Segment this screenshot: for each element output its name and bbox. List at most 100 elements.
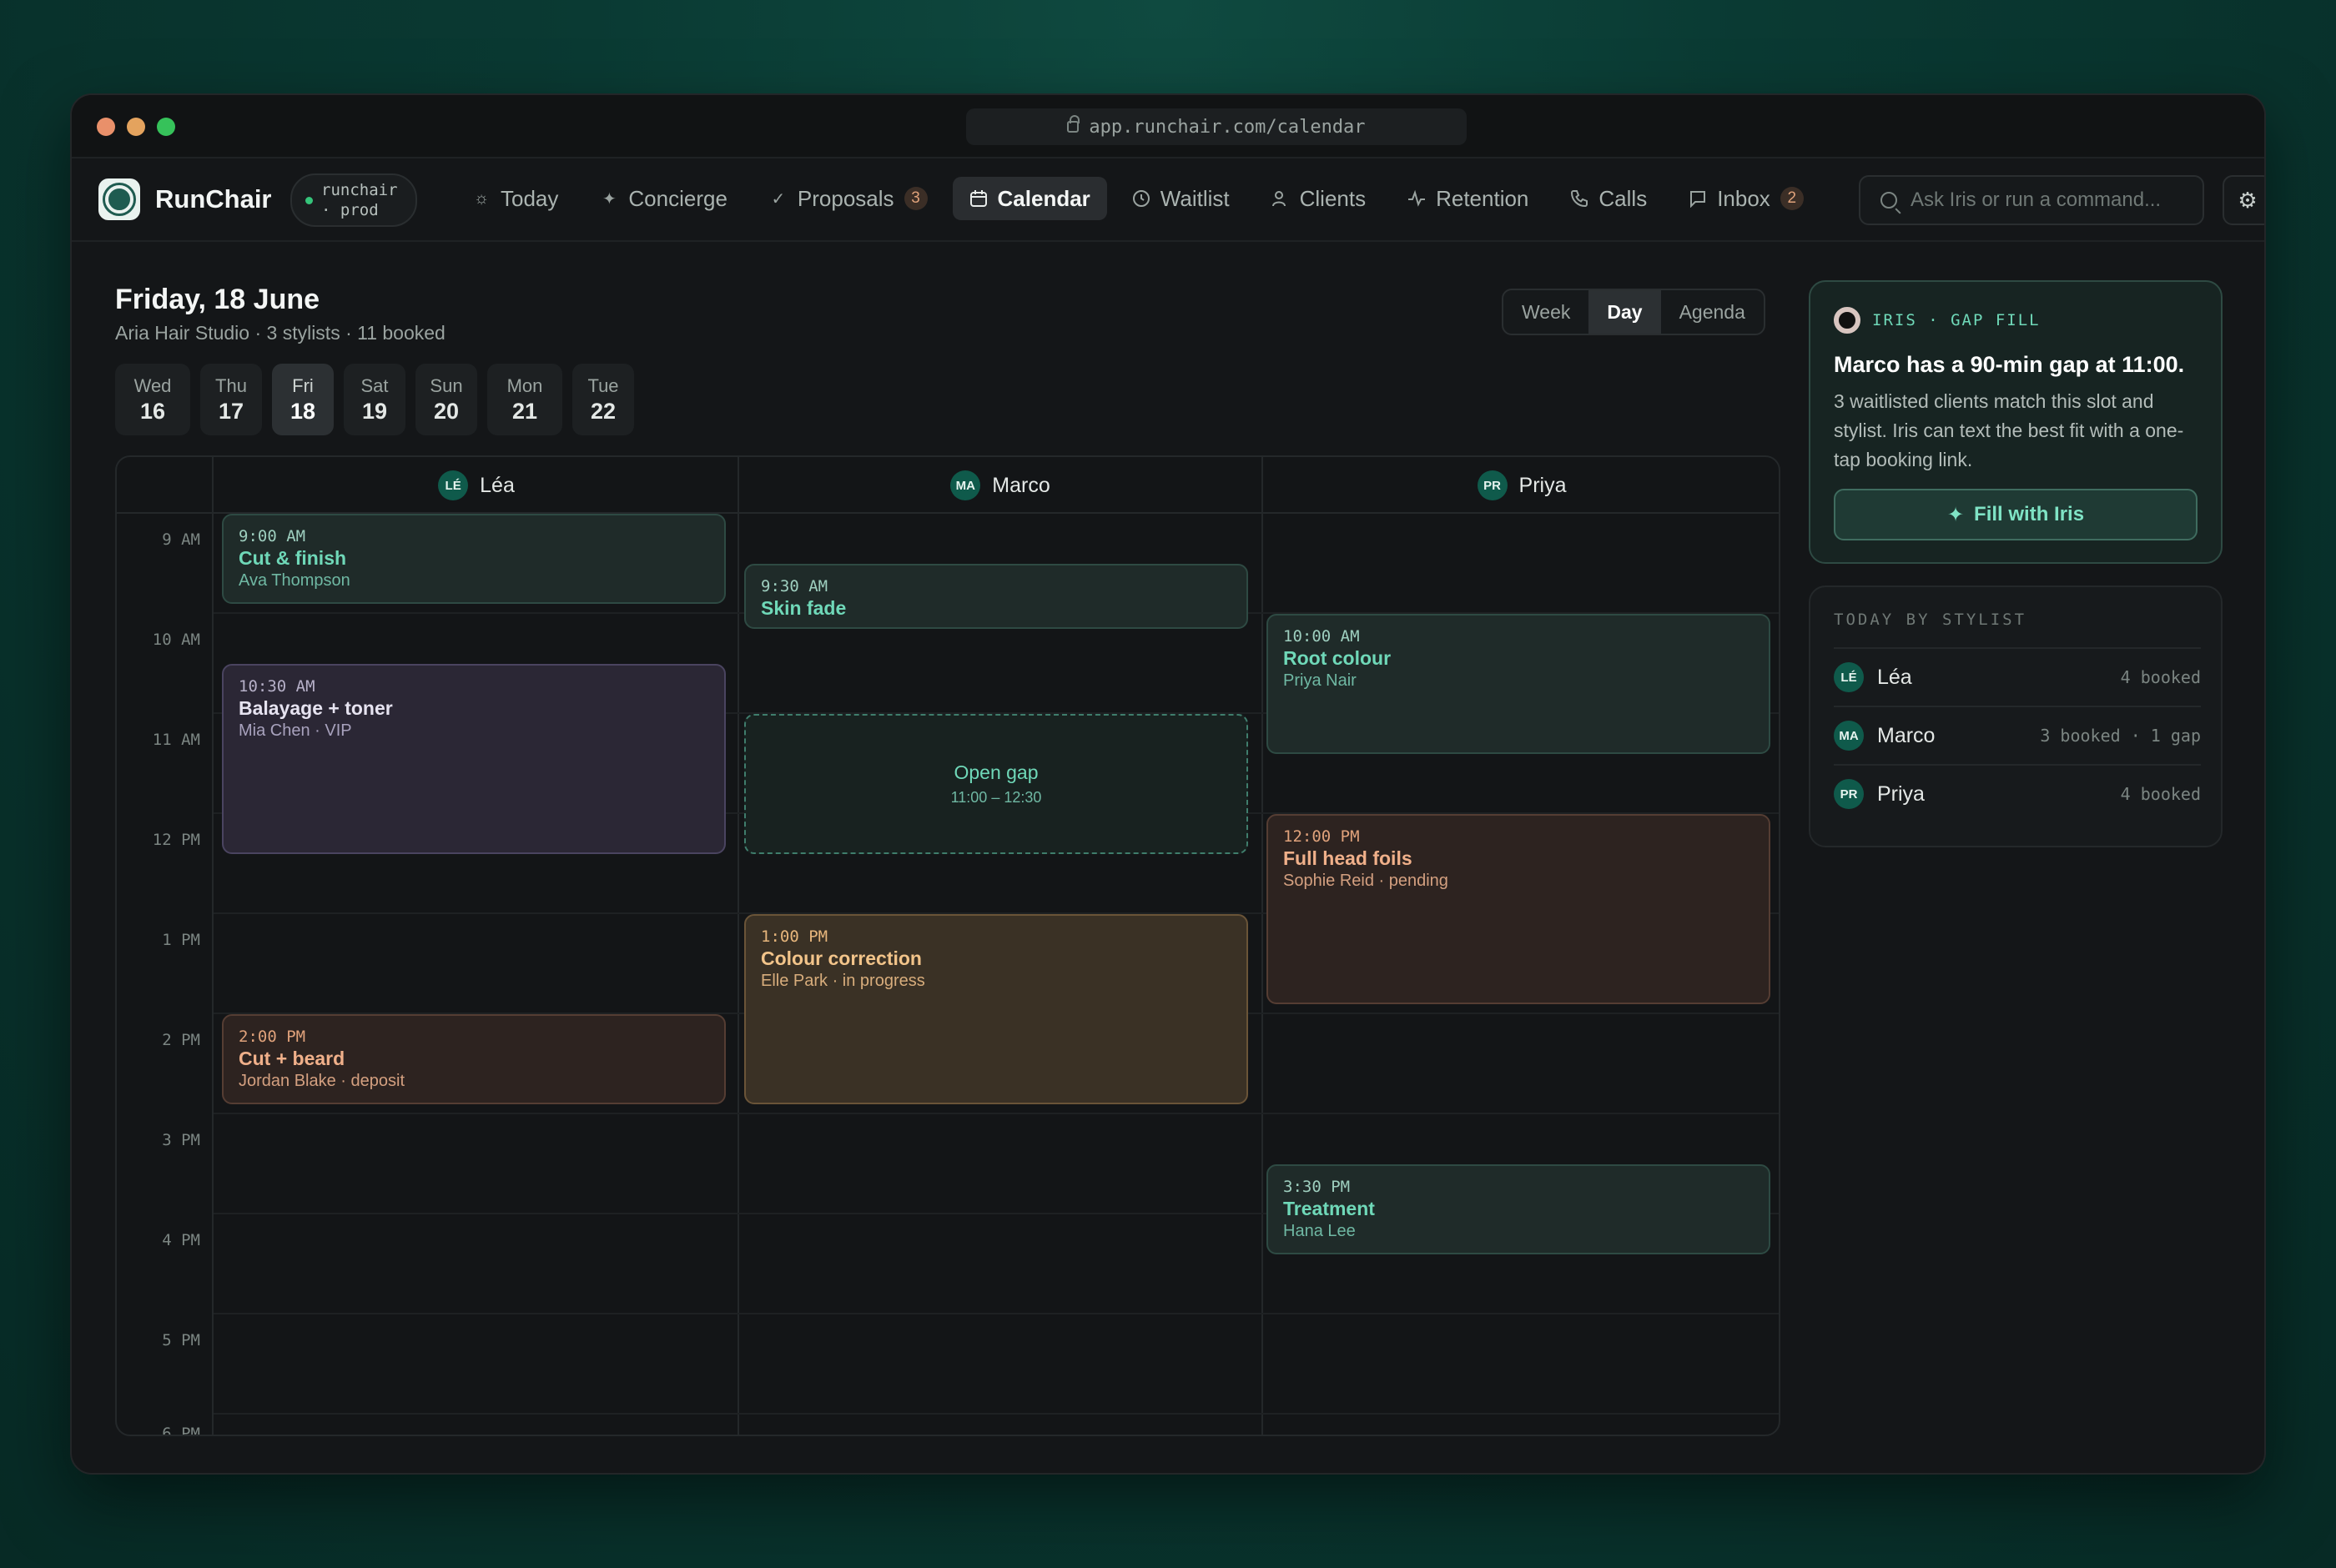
time-label: 3 PM — [162, 1131, 200, 1149]
address-bar[interactable]: app.runchair.com/calendar — [966, 108, 1467, 145]
hour-line — [214, 1113, 1779, 1114]
avatar: LÉ — [438, 470, 469, 500]
stylist-summary-row[interactable]: MA Marco 3 booked · 1 gap — [1834, 706, 2201, 764]
appointment-card[interactable]: 9:00 AM Cut & finish Ava Thompson — [222, 514, 726, 604]
nav-item-concierge[interactable]: ✦ Concierge — [583, 177, 744, 220]
appointment-service: Colour correction — [761, 947, 922, 969]
maximize-window-button[interactable] — [157, 118, 175, 136]
day-of-week: Tue — [587, 374, 619, 396]
app-window: app.runchair.com/calendar RunChair runch… — [70, 93, 2266, 1475]
hour-line — [214, 1313, 1779, 1314]
day-number: 21 — [511, 398, 538, 424]
nav-item-clients[interactable]: Clients — [1255, 177, 1382, 220]
appointment-card[interactable]: 3:30 PM Treatment Hana Lee — [1266, 1164, 1770, 1254]
appointment-service: Cut + beard — [239, 1048, 345, 1069]
column-divider — [1261, 457, 1263, 1435]
nav-item-calls[interactable]: Calls — [1553, 177, 1664, 220]
today-by-stylist-card: TODAY BY STYLIST LÉ Léa 4 booked MA Marc… — [1809, 585, 2223, 847]
open-gap-range: 11:00 – 12:30 — [950, 789, 1042, 806]
view-week-button[interactable]: Week — [1503, 290, 1588, 334]
day-number: 17 — [218, 398, 244, 424]
day-number: 19 — [361, 398, 388, 424]
appointment-service: Balayage + toner — [239, 697, 393, 719]
search-icon — [1880, 192, 1897, 209]
nav-item-proposals[interactable]: ✓ Proposals 3 — [753, 177, 944, 220]
env-name: runchair — [321, 181, 398, 199]
gear-icon: ⚙ — [2238, 187, 2258, 213]
stylist-name: Léa — [480, 473, 515, 497]
brand-name: RunChair — [155, 184, 272, 214]
nav-item-inbox[interactable]: Inbox 2 — [1672, 177, 1820, 220]
iris-logo-icon — [1834, 307, 1860, 334]
appointment-card[interactable]: 9:30 AM Skin fade — [744, 564, 1248, 629]
stylist-booking-summary: 4 booked — [2120, 667, 2201, 687]
day-number: 18 — [289, 398, 316, 424]
day-number: 20 — [433, 398, 460, 424]
appointment-card[interactable]: 10:30 AM Balayage + toner Mia Chen · VIP — [222, 664, 726, 854]
fill-with-iris-button[interactable]: ✦ Fill with Iris — [1834, 489, 2198, 540]
calendar-icon — [969, 189, 988, 208]
open-gap-label: Open gap — [954, 761, 1039, 783]
brand[interactable]: RunChair — [98, 178, 272, 220]
iris-tag: IRIS · GAP FILL — [1834, 307, 2041, 334]
appointment-card[interactable]: 10:00 AM Root colour Priya Nair — [1266, 614, 1770, 754]
page-subtitle: Aria Hair Studio · 3 stylists · 11 booke… — [115, 322, 446, 344]
day-selector: Wed 16 Thu 17 Fri 18 Sat 19 Sun 20 Mon 21 Tue 2… — [115, 364, 634, 435]
close-window-button[interactable] — [97, 118, 115, 136]
address-text: app.runchair.com/calendar — [1089, 116, 1366, 138]
appointment-client: Hana Lee — [1283, 1222, 1356, 1240]
day-chip[interactable]: Wed 16 — [115, 364, 190, 435]
stylist-header-lea: LÉ Léa — [215, 457, 738, 514]
settings-button[interactable]: ⚙ — [2223, 175, 2264, 225]
day-chip-selected[interactable]: Fri 18 — [272, 364, 334, 435]
day-of-week: Sun — [430, 374, 463, 396]
time-label: 6 PM — [162, 1425, 200, 1436]
nav-label: Retention — [1436, 185, 1529, 211]
nav-label: Concierge — [628, 185, 727, 211]
time-label: 11 AM — [152, 731, 200, 749]
nav-item-waitlist[interactable]: Waitlist — [1115, 177, 1246, 220]
stylist-name: Priya — [1518, 473, 1567, 497]
view-agenda-button[interactable]: Agenda — [1661, 290, 1764, 334]
appointment-card[interactable]: 2:00 PM Cut + beard Jordan Blake · depos… — [222, 1014, 726, 1104]
check-icon: ✓ — [771, 189, 786, 209]
appointment-time: 3:30 PM — [1283, 1178, 1351, 1196]
day-chip[interactable]: Sun 20 — [415, 364, 477, 435]
lock-icon — [1067, 115, 1080, 133]
pulse-icon — [1407, 189, 1426, 208]
stylist-summary-row[interactable]: PR Priya 4 booked — [1834, 764, 2201, 822]
column-divider — [738, 457, 739, 1435]
open-gap-slot[interactable]: Open gap 11:00 – 12:30 — [744, 714, 1248, 854]
appointment-client: Sophie Reid · pending — [1283, 872, 1448, 890]
view-day-button[interactable]: Day — [1588, 290, 1661, 334]
search-placeholder: Ask Iris or run a command... — [1911, 188, 2162, 211]
appointment-time: 10:00 AM — [1283, 627, 1360, 646]
hour-line — [214, 1413, 1779, 1415]
nav-items: ☼ Today ✦ Concierge ✓ Proposals 3 Calend… — [456, 177, 1820, 220]
stylist-name: Marco — [1877, 723, 1936, 747]
nav-item-calendar[interactable]: Calendar — [952, 177, 1107, 220]
appointment-time: 12:00 PM — [1283, 827, 1360, 846]
appointment-time: 2:00 PM — [239, 1028, 306, 1046]
minimize-window-button[interactable] — [127, 118, 145, 136]
stylist-booking-summary: 3 booked · 1 gap — [2040, 726, 2201, 746]
nav-label: Calendar — [997, 185, 1090, 211]
nav-item-retention[interactable]: Retention — [1391, 177, 1545, 220]
window-controls — [97, 118, 175, 136]
day-chip[interactable]: Tue 22 — [572, 364, 634, 435]
stylist-summary-row[interactable]: LÉ Léa 4 booked — [1834, 647, 2201, 706]
appointment-card[interactable]: 12:00 PM Full head foils Sophie Reid · p… — [1266, 814, 1770, 1004]
message-icon — [1689, 189, 1707, 208]
nav-label: Calls — [1598, 185, 1648, 211]
environment-badge[interactable]: runchair · prod — [290, 173, 417, 227]
day-chip[interactable]: Sat 19 — [344, 364, 405, 435]
appointment-card[interactable]: 1:00 PM Colour correction Elle Park · in… — [744, 914, 1248, 1104]
iris-gap-fill-card: IRIS · GAP FILL Marco has a 90-min gap a… — [1809, 280, 2223, 564]
command-search[interactable]: Ask Iris or run a command... — [1859, 175, 2204, 225]
day-chip[interactable]: Mon 21 — [487, 364, 562, 435]
day-of-week: Wed — [133, 374, 172, 396]
nav-item-today[interactable]: ☼ Today — [456, 177, 575, 220]
day-chip[interactable]: Thu 17 — [200, 364, 262, 435]
appointment-time: 1:00 PM — [761, 927, 828, 946]
day-of-week: Fri — [292, 374, 314, 396]
